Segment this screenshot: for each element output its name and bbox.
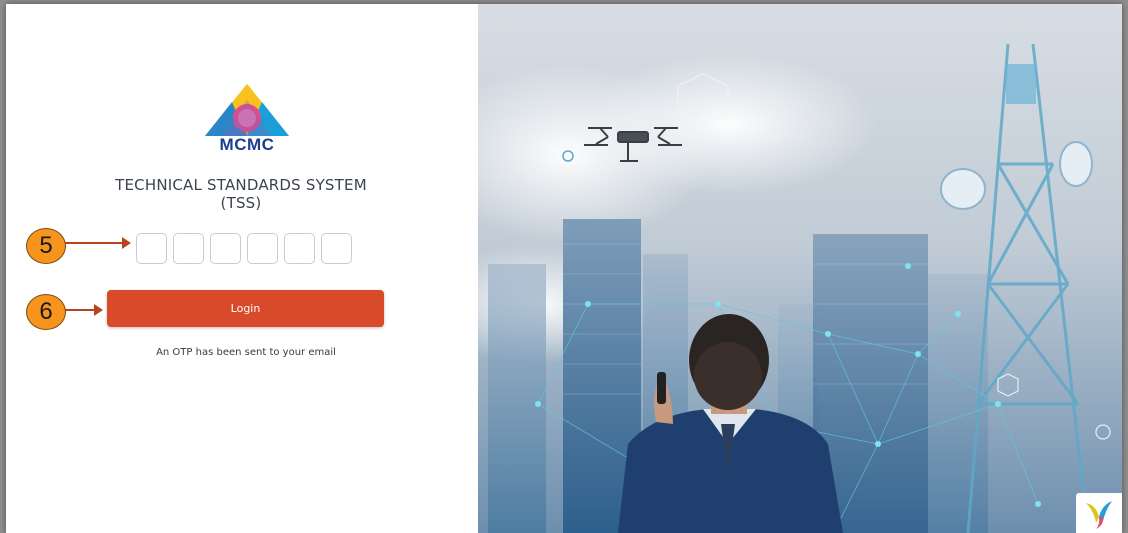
yii-logo-graphic: [1086, 501, 1112, 529]
otp-digit-6[interactable]: [321, 233, 352, 264]
login-panel: MCMC TECHNICAL STANDARDS SYSTEM (TSS) Lo…: [6, 4, 478, 533]
otp-sent-message: An OTP has been sent to your email: [156, 347, 336, 358]
callout-step-5: 5: [26, 228, 66, 264]
title-line-1: TECHNICAL STANDARDS SYSTEM: [115, 176, 367, 194]
title-line-2: (TSS): [220, 194, 262, 212]
otp-digit-1[interactable]: [136, 233, 167, 264]
brand-text: MCMC: [219, 135, 275, 154]
otp-digit-5[interactable]: [284, 233, 315, 264]
callout-step-6: 6: [26, 294, 66, 330]
hero-illustration: [478, 4, 1122, 533]
callout-arrow-6: [65, 304, 103, 316]
mcmc-logo: MCMC: [202, 82, 292, 156]
login-button[interactable]: Login: [107, 290, 384, 327]
callout-arrow-5: [65, 237, 131, 249]
login-window: MCMC TECHNICAL STANDARDS SYSTEM (TSS) Lo…: [6, 4, 1122, 533]
page-title: TECHNICAL STANDARDS SYSTEM (TSS): [66, 176, 416, 212]
otp-digit-2[interactable]: [173, 233, 204, 264]
otp-digit-4[interactable]: [247, 233, 278, 264]
otp-input-group: [136, 233, 352, 265]
yii-logo-icon: [1076, 493, 1122, 533]
mcmc-logo-graphic: [205, 84, 289, 136]
otp-digit-3[interactable]: [210, 233, 241, 264]
hero-image: [478, 4, 1122, 533]
